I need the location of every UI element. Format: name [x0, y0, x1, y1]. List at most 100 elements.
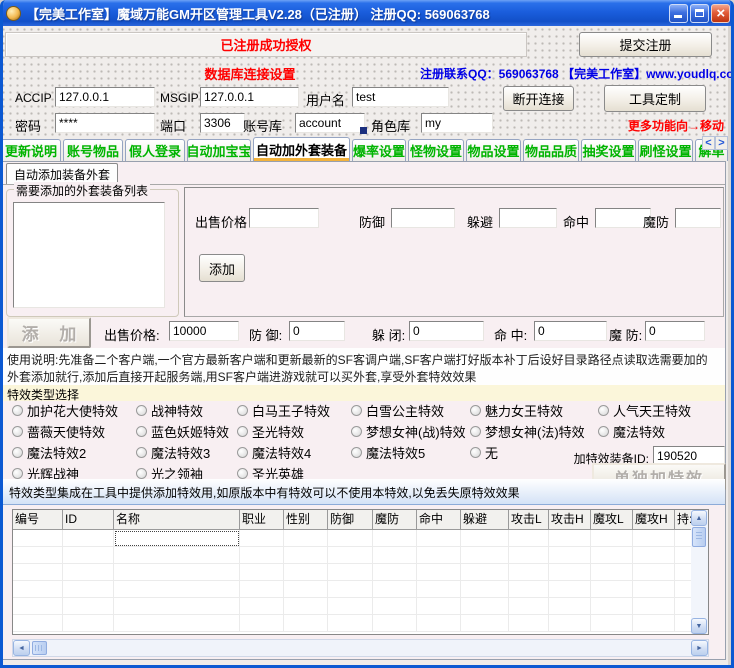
tool-custom-button[interactable]: 工具定制 — [604, 85, 706, 112]
grid-cell[interactable] — [240, 547, 284, 564]
submit-register-button[interactable]: 提交注册 — [579, 32, 712, 57]
column-header[interactable]: 魔攻L — [591, 510, 633, 530]
radio-effect-7[interactable]: 蓝色妖姬特效 — [136, 422, 229, 441]
radio-effect-1[interactable]: 战神特效 — [136, 401, 203, 420]
grid-cell[interactable] — [461, 581, 509, 598]
grid-cell[interactable] — [63, 564, 114, 581]
grid-cell[interactable] — [417, 581, 461, 598]
column-header[interactable]: ID — [63, 510, 114, 530]
grid-cell[interactable] — [633, 547, 675, 564]
radio-effect-0[interactable]: 加护花大使特效 — [12, 401, 118, 420]
msgip-input[interactable] — [200, 87, 299, 107]
grid-cell[interactable] — [591, 547, 633, 564]
grid-cell[interactable] — [461, 564, 509, 581]
column-header[interactable]: 命中 — [417, 510, 461, 530]
panel-dodge-input[interactable] — [499, 208, 557, 228]
grid-cell[interactable] — [63, 615, 114, 632]
column-header[interactable]: 防御 — [328, 510, 373, 530]
scroll-left-icon[interactable]: ◄ — [13, 640, 30, 656]
column-header[interactable]: 性别 — [284, 510, 328, 530]
grid-cell[interactable] — [63, 547, 114, 564]
grid-cell[interactable] — [417, 598, 461, 615]
table-row[interactable] — [13, 564, 693, 581]
tab-spawn[interactable]: 刷怪设置 — [638, 139, 693, 161]
column-header[interactable]: 躲避 — [461, 510, 509, 530]
scroll-up-icon[interactable]: ▲ — [691, 510, 707, 526]
grid-cell[interactable] — [549, 564, 591, 581]
grid-cell[interactable] — [417, 530, 461, 547]
grid-cell[interactable] — [549, 598, 591, 615]
grid-cell[interactable] — [114, 615, 240, 632]
grid-cell[interactable] — [240, 581, 284, 598]
grid-cell[interactable] — [461, 598, 509, 615]
radio-effect-9[interactable]: 梦想女神(战)特效 — [351, 422, 466, 441]
tab-monster[interactable]: 怪物设置 — [408, 139, 464, 161]
table-row[interactable] — [13, 598, 693, 615]
grid-cell[interactable] — [328, 598, 373, 615]
grid-cell[interactable] — [114, 581, 240, 598]
grid-cell[interactable] — [633, 581, 675, 598]
column-header[interactable]: 攻击H — [549, 510, 591, 530]
radio-effect-16[interactable]: 无 — [470, 443, 498, 462]
grid-cell[interactable] — [114, 564, 240, 581]
radio-effect-11[interactable]: 魔法特效 — [598, 422, 665, 441]
tab-update-notes[interactable]: 更新说明 — [1, 139, 61, 161]
maximize-button[interactable] — [690, 4, 709, 23]
grid-cell[interactable] — [63, 598, 114, 615]
grid-cell[interactable] — [509, 547, 549, 564]
grid-cell[interactable] — [591, 598, 633, 615]
radio-effect-12[interactable]: 魔法特效2 — [12, 443, 86, 462]
tab-auto-pet[interactable]: 自动加宝宝 — [187, 139, 251, 161]
radio-effect-10[interactable]: 梦想女神(法)特效 — [470, 422, 585, 441]
grid-cell[interactable] — [63, 530, 114, 547]
grid-cell[interactable] — [549, 547, 591, 564]
grid-cell[interactable] — [328, 615, 373, 632]
grid-cell[interactable] — [373, 547, 417, 564]
grid-cell[interactable] — [328, 581, 373, 598]
grid-cell[interactable] — [373, 598, 417, 615]
grid-cell[interactable] — [509, 564, 549, 581]
grid-cell[interactable] — [284, 581, 328, 598]
column-header[interactable]: 魔攻H — [633, 510, 675, 530]
grid-cell[interactable] — [63, 581, 114, 598]
grid-cell[interactable] — [13, 547, 63, 564]
grid-cell[interactable] — [373, 581, 417, 598]
port-input[interactable] — [200, 113, 245, 133]
panel-defense-input[interactable] — [391, 208, 455, 228]
radio-effect-15[interactable]: 魔法特效5 — [351, 443, 425, 462]
column-header[interactable]: 攻击L — [509, 510, 549, 530]
password-input[interactable] — [55, 113, 155, 133]
tab-drop-rate[interactable]: 爆率设置 — [352, 139, 406, 161]
grid-cell[interactable] — [509, 581, 549, 598]
grid-cell[interactable] — [114, 598, 240, 615]
grid-cell[interactable] — [328, 530, 373, 547]
tab-lottery[interactable]: 抽奖设置 — [581, 139, 636, 161]
column-header[interactable]: 名称 — [114, 510, 240, 530]
grid-cell[interactable] — [284, 615, 328, 632]
quick-hit-input[interactable] — [534, 321, 607, 341]
grid-cell[interactable] — [417, 547, 461, 564]
tab-account-items[interactable]: 账号物品 — [63, 139, 123, 161]
grid-cell[interactable] — [13, 564, 63, 581]
grid-cell[interactable] — [284, 564, 328, 581]
grid-cell[interactable] — [461, 615, 509, 632]
grid-cell[interactable] — [509, 615, 549, 632]
radio-effect-13[interactable]: 魔法特效3 — [136, 443, 210, 462]
tab-item-settings[interactable]: 物品设置 — [466, 139, 521, 161]
grid-cell[interactable] — [13, 615, 63, 632]
radio-effect-14[interactable]: 魔法特效4 — [237, 443, 311, 462]
grid-cell[interactable] — [633, 564, 675, 581]
tab-scroll-right-icon[interactable]: > — [715, 136, 728, 150]
table-vertical-scrollbar[interactable]: ▲ ▼ — [691, 510, 708, 634]
minimize-button[interactable] — [669, 4, 688, 23]
radio-effect-2[interactable]: 白马王子特效 — [237, 401, 330, 420]
grid-cell[interactable] — [373, 564, 417, 581]
grid-cell[interactable] — [461, 547, 509, 564]
disconnect-button[interactable]: 断开连接 — [503, 86, 574, 111]
tab-auto-outfit[interactable]: 自动加外套装备 — [253, 137, 350, 161]
tab-scroll-left-icon[interactable]: < — [702, 136, 715, 150]
contact-info[interactable]: 注册联系QQ：569063768 【完美工作室】www.youdlq.com — [420, 65, 724, 82]
grid-cell[interactable] — [114, 547, 240, 564]
grid-cell[interactable] — [633, 530, 675, 547]
table-horizontal-scrollbar[interactable]: ◄ ► — [12, 639, 709, 657]
